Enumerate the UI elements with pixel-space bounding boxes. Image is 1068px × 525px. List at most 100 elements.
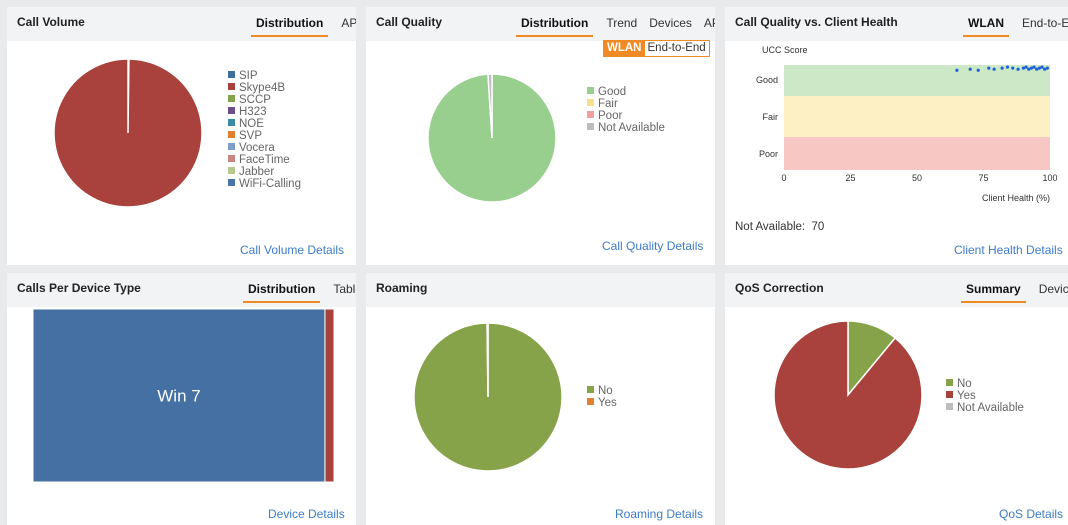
device-details-link[interactable]: Device Details [268,507,345,521]
band-label-poor: Poor [759,149,778,159]
pie-slice-yes[interactable] [486,322,489,398]
qos-details-link[interactable]: QoS Details [999,507,1063,521]
legend-label: Vocera [239,142,275,154]
scatter-point[interactable] [1000,66,1004,70]
tab-table[interactable]: Table [328,282,356,301]
not-available-value: 70 [811,221,825,233]
legend-label: Not Available [957,402,1024,414]
legend-swatch [228,155,235,162]
tab-aps[interactable]: APs [336,16,356,35]
client-health-details-link[interactable]: Client Health Details [954,243,1063,257]
scatter-point[interactable] [1005,65,1010,69]
legend-item[interactable]: Poor [587,110,665,122]
panel-title: Call Quality [376,15,443,29]
call-quality-panel: Call Quality Distribution TrendDevicesAPs… [366,7,715,265]
scatter-point[interactable] [1024,65,1028,69]
tab-distribution[interactable]: Distribution [516,16,594,37]
device-type-treemap: Win 7 [32,308,335,483]
scatter-point[interactable] [976,68,980,72]
tab-wlan[interactable]: WLAN [963,16,1009,37]
legend-label: H323 [239,106,267,118]
legend-item[interactable]: Good [587,86,665,98]
legend-swatch [587,398,594,405]
tab-group: Summary Devices [961,282,1068,303]
client-health-scatter: UCC Score Good Fair Poor 0 25 50 75 100 … [756,45,1058,203]
tab-group: WLAN End-to-End [963,16,1068,37]
legend-label: SVP [239,130,263,142]
legend-swatch [587,99,594,106]
x-tick: 50 [912,173,922,183]
scatter-point[interactable] [1011,66,1015,70]
scatter-point[interactable] [1032,65,1036,69]
pie-slice-yes[interactable] [773,320,923,470]
roaming-legend: No Yes [587,385,617,409]
tab-distribution[interactable]: Distribution [251,16,329,37]
legend-item[interactable]: No [946,378,1024,390]
tab-trend[interactable]: Trend [601,16,642,35]
scatter-point[interactable] [1016,67,1020,71]
legend-item[interactable]: NOE [228,118,301,130]
legend-item[interactable]: Not Available [587,122,665,134]
legend-label: Good [598,86,627,98]
tab-distribution[interactable]: Distribution [243,282,321,303]
legend-item[interactable]: WiFi-Calling [228,178,301,190]
legend-item[interactable]: H323 [228,106,301,118]
legend-swatch [946,391,953,398]
legend-label: SCCP [239,94,271,106]
legend-item[interactable]: Fair [587,98,665,110]
client-health-panel: Call Quality vs. Client Health WLAN End-t… [725,7,1068,265]
legend-item[interactable]: Skype4B [228,82,301,94]
legend-item[interactable]: SVP [228,130,301,142]
legend-label: SIP [239,70,258,82]
legend-swatch [587,111,594,118]
scatter-point[interactable] [992,67,996,71]
treemap-cell-other[interactable] [324,308,335,483]
legend-item[interactable]: Yes [587,397,617,409]
panel-header: Calls Per Device Type Distribution Table [7,273,356,307]
scatter-point[interactable] [987,66,991,70]
legend-swatch [228,179,235,186]
legend-item[interactable]: FaceTime [228,154,301,166]
tab-end-to-end[interactable]: End-to-End [1017,16,1068,35]
scatter-point[interactable] [1045,66,1049,70]
legend-item[interactable]: No [587,385,617,397]
legend-swatch [587,123,594,130]
not-available-label: Not Available: [735,221,806,233]
call-quality-details-link[interactable]: Call Quality Details [602,239,703,253]
legend-item[interactable]: SCCP [228,94,301,106]
legend-item[interactable]: Vocera [228,142,301,154]
tab-devices[interactable]: Devices [1034,282,1068,301]
legend-swatch [228,71,235,78]
legend-label: NOE [239,118,264,130]
call-volume-legend: SIP Skype4B SCCP H323 NOE SVP Vocera FaceTime Ja… [228,70,301,190]
toggle-wlan[interactable]: WLAN [604,41,645,56]
roaming-details-link[interactable]: Roaming Details [615,507,703,521]
scatter-point[interactable] [968,67,972,71]
tab-group: Distribution Table [243,282,356,303]
toggle-end-to-end[interactable]: End-to-End [645,41,709,56]
scatter-point[interactable] [1040,65,1044,69]
panel-title: Call Volume [17,15,85,29]
device-type-panel: Calls Per Device Type DistributionTable … [7,273,356,525]
legend-swatch [587,386,594,393]
legend-swatch [946,403,953,410]
band-fair [784,96,1050,137]
qos-panel: QoS Correction Summary Devices NoYesNot A… [725,273,1068,525]
not-available-count: Not Available: 70 [735,221,824,233]
call-quality-legend: Good Fair Poor Not Available [587,86,665,134]
tab-devices[interactable]: Devices [644,16,697,35]
x-tick: 0 [781,173,786,183]
legend-item[interactable]: Jabber [228,166,301,178]
legend-item[interactable]: SIP [228,70,301,82]
tab-summary[interactable]: Summary [961,282,1026,303]
legend-item[interactable]: Yes [946,390,1024,402]
tab-aps[interactable]: APs [699,16,715,35]
y-axis-title: UCC Score [762,45,808,55]
scatter-point[interactable] [955,68,959,72]
qos-legend: No Yes Not Available [946,378,1024,414]
band-label-fair: Fair [763,112,779,122]
call-volume-details-link[interactable]: Call Volume Details [240,243,344,257]
legend-item[interactable]: Not Available [946,402,1024,414]
legend-label: Yes [598,397,617,409]
pie-slice-skype4b[interactable] [53,58,203,208]
